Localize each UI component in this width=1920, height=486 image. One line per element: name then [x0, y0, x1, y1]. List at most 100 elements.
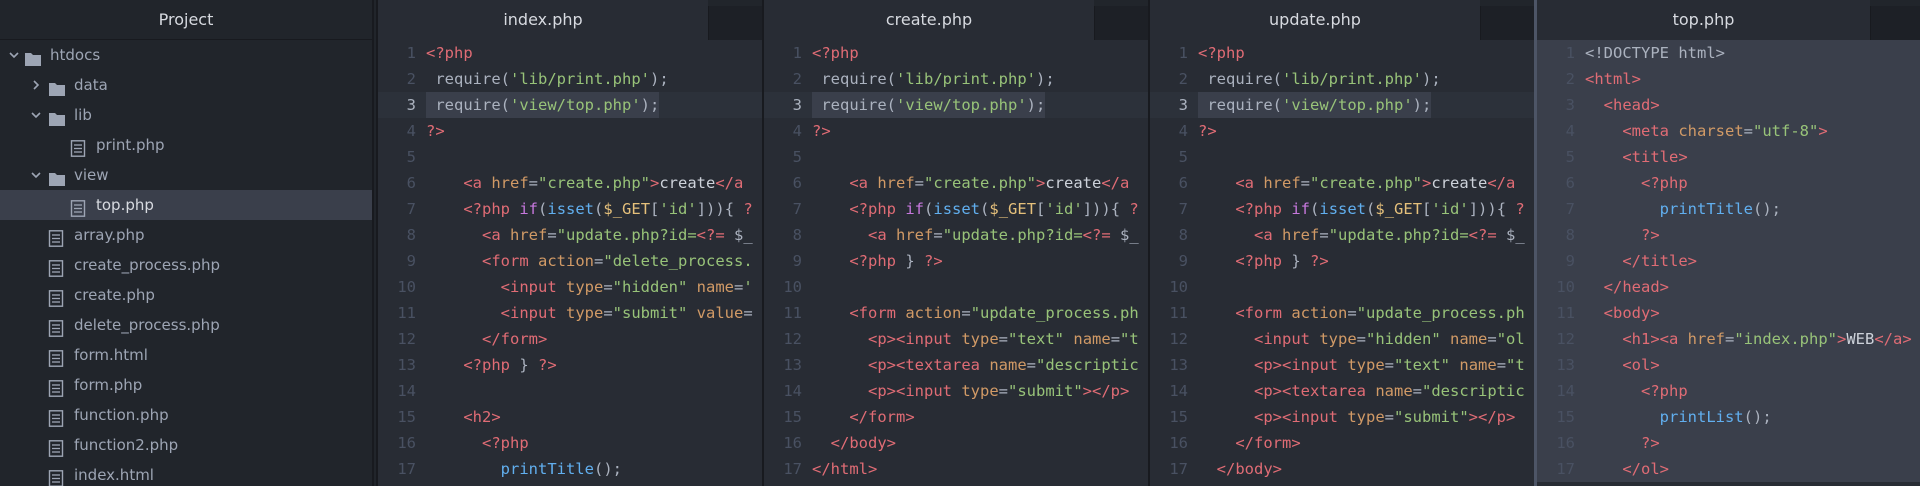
- code-line: 8 <a href="update.php?id=<?= $_: [764, 222, 1148, 248]
- folder-item[interactable]: htdocs: [0, 40, 372, 70]
- code-line: 1 <?php: [378, 40, 762, 66]
- code-line: 13 <ol>: [1537, 352, 1920, 378]
- line-number: 12: [1556, 330, 1575, 348]
- code-line: 7 <?php if(isset($_GET['id'])){ ?: [378, 196, 762, 222]
- chevron-right-icon[interactable]: [28, 70, 44, 100]
- code-text: <head>: [1603, 96, 1660, 114]
- tab-bar: top.php: [1537, 0, 1920, 40]
- code-text: </title>: [1622, 252, 1697, 270]
- code-line: 10 <input type="hidden" name=': [378, 274, 762, 300]
- sidebar-title: Project: [0, 0, 372, 40]
- code-line: 12 <p><input type="text" name="t: [764, 326, 1148, 352]
- file-item[interactable]: delete_process.php: [0, 310, 372, 340]
- code-text: <?php: [812, 44, 859, 62]
- code-line: 16 ?>: [1537, 430, 1920, 456]
- line-number: 4: [406, 122, 416, 140]
- code-line: 1 <?php: [764, 40, 1148, 66]
- code-text: <input type="hidden" name="ol: [1254, 330, 1525, 348]
- code-text: ?>: [1641, 434, 1660, 452]
- code-text: <a href="create.php">create</a: [463, 174, 744, 192]
- tab-bar-empty[interactable]: [708, 6, 762, 40]
- file-item[interactable]: form.html: [0, 340, 372, 370]
- editor-pane-top: top.php 1 <!DOCTYPE html> 2 <html> 3 <head> 4…: [1534, 0, 1920, 486]
- tab-bar-empty[interactable]: [1870, 6, 1920, 40]
- tab-update-php[interactable]: update.php: [1150, 0, 1480, 40]
- code-line: 5: [1150, 144, 1534, 170]
- code-text: <h1><a href="index.php">WEB</a>: [1622, 330, 1912, 348]
- line-number: 6: [406, 174, 416, 192]
- line-number: 5: [1565, 148, 1575, 166]
- folder-item[interactable]: lib: [0, 100, 372, 130]
- line-number: 11: [1556, 304, 1575, 322]
- file-item[interactable]: array.php: [0, 220, 372, 250]
- code-text: </body>: [1216, 460, 1282, 478]
- line-number: 17: [397, 460, 416, 478]
- file-icon: [48, 467, 66, 486]
- code-text: <title>: [1622, 148, 1688, 166]
- line-number: 16: [1169, 434, 1188, 452]
- code-text: </form>: [849, 408, 915, 426]
- line-number: 13: [1169, 356, 1188, 374]
- code-text: <?php: [1641, 382, 1688, 400]
- code-line: 16 <?php: [378, 430, 762, 456]
- file-icon: [70, 197, 88, 217]
- file-item[interactable]: print.php: [0, 130, 372, 160]
- code-editor[interactable]: 1 <!DOCTYPE html> 2 <html> 3 <head> 4 <meta c…: [1537, 40, 1920, 486]
- code-text: <?php: [1641, 174, 1688, 192]
- chevron-down-icon[interactable]: [28, 160, 44, 190]
- line-number: 8: [1565, 226, 1575, 244]
- line-number: 5: [792, 148, 802, 166]
- file-item[interactable]: create.php: [0, 280, 372, 310]
- line-number: 17: [1169, 460, 1188, 478]
- code-line: 5 <title>: [1537, 144, 1920, 170]
- file-item[interactable]: index.html: [0, 460, 372, 486]
- file-item[interactable]: top.php: [0, 190, 372, 220]
- tree-item-label: create.php: [74, 286, 155, 304]
- code-text: require('view/top.php');: [1198, 92, 1432, 118]
- code-editor[interactable]: 1 <?php 2 require('lib/print.php'); 3 requi…: [1150, 40, 1534, 486]
- folder-icon: [48, 107, 66, 126]
- line-number: 10: [397, 278, 416, 296]
- code-line: 7 <?php if(isset($_GET['id'])){ ?: [1150, 196, 1534, 222]
- code-text: </form>: [482, 330, 548, 348]
- code-text: <?php } ?>: [463, 356, 557, 374]
- code-text: <a href="create.php">create</a: [849, 174, 1130, 192]
- code-editor[interactable]: 1 <?php 2 require('lib/print.php'); 3 requi…: [764, 40, 1148, 486]
- code-line: 17 </ol>: [1537, 456, 1920, 482]
- file-item[interactable]: form.php: [0, 370, 372, 400]
- file-item[interactable]: function2.php: [0, 430, 372, 460]
- file-tree: htdocs data lib print.php view top.php array.p…: [0, 40, 372, 486]
- file-item[interactable]: create_process.php: [0, 250, 372, 280]
- line-number: 7: [406, 200, 416, 218]
- line-number: 1: [792, 44, 802, 62]
- file-icon: [48, 377, 66, 397]
- chevron-down-icon[interactable]: [6, 40, 22, 70]
- folder-item[interactable]: view: [0, 160, 372, 190]
- code-text: <body>: [1603, 304, 1660, 322]
- code-text: <?php if(isset($_GET['id'])){ ?: [463, 200, 753, 218]
- code-line: 10: [1150, 274, 1534, 300]
- code-line: 4 ?>: [1150, 118, 1534, 144]
- folder-item[interactable]: data: [0, 70, 372, 100]
- file-icon: [48, 227, 66, 247]
- line-number: 15: [397, 408, 416, 426]
- code-line: 13 <p><textarea name="descriptic: [764, 352, 1148, 378]
- tab-top-php[interactable]: top.php: [1537, 0, 1870, 40]
- code-line: 17 printTitle();: [378, 456, 762, 482]
- code-text: </ol>: [1622, 460, 1669, 478]
- folder-icon: [48, 77, 66, 96]
- code-text: <?php: [482, 434, 529, 452]
- code-editor[interactable]: 1 <?php 2 require('lib/print.php'); 3 requi…: [378, 40, 762, 486]
- chevron-down-icon[interactable]: [28, 100, 44, 130]
- tab-bar-empty[interactable]: [1480, 6, 1534, 40]
- line-number: 6: [1565, 174, 1575, 192]
- code-line: 6 <?php: [1537, 170, 1920, 196]
- file-item[interactable]: function.php: [0, 400, 372, 430]
- file-icon: [48, 317, 66, 337]
- tab-create-php[interactable]: create.php: [764, 0, 1094, 40]
- tab-index-php[interactable]: index.php: [378, 0, 708, 40]
- code-line: 4 ?>: [764, 118, 1148, 144]
- code-line: 15 <h2>: [378, 404, 762, 430]
- code-text: <p><textarea name="descriptic: [868, 356, 1139, 374]
- tab-bar-empty[interactable]: [1094, 6, 1148, 40]
